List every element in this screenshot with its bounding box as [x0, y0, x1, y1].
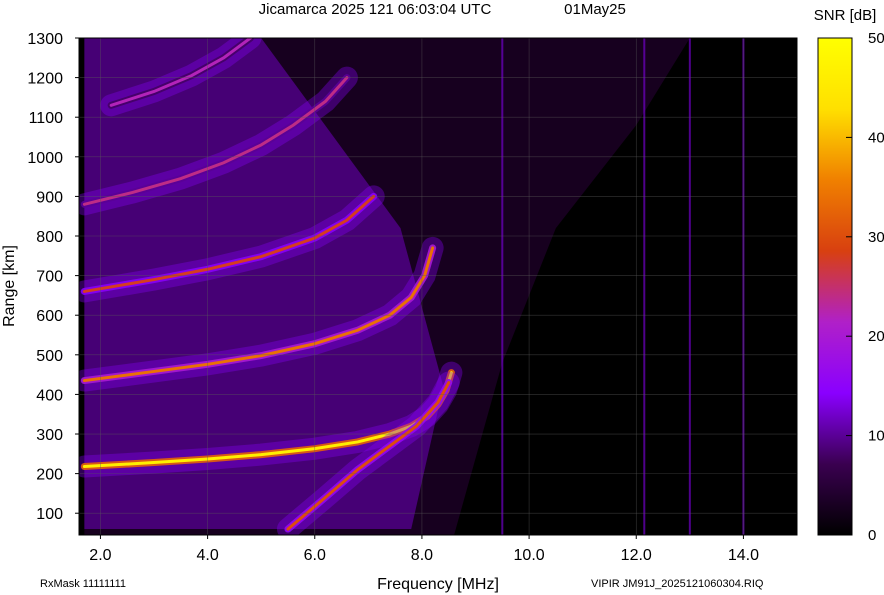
colorbar-tick-label: 50	[868, 30, 884, 47]
y-tick-label: 1200	[27, 71, 63, 88]
x-tick-labels: 2.0 4.0 6.0 8.0 10.0 12.0 14.0	[89, 547, 759, 564]
colorbar	[817, 37, 853, 536]
x-tick-label: 14.0	[728, 547, 759, 564]
date-label: 01May25	[564, 1, 626, 18]
y-tick-label: 500	[36, 348, 63, 365]
x-tick-label: 2.0	[89, 547, 111, 564]
y-tick-label: 1000	[27, 150, 63, 167]
y-tick-labels: 100 200 300 400 500 600 700 800 900 1000 1100 1200 1…	[27, 31, 63, 523]
colorbar-tick-label: 40	[868, 129, 884, 146]
y-tick-label: 600	[36, 308, 63, 325]
x-tick-label: 6.0	[304, 547, 326, 564]
y-tick-label: 1300	[27, 31, 63, 48]
y-axis-label: Range [km]	[1, 245, 18, 327]
colorbar-tick-label: 0	[868, 527, 876, 544]
x-tick-label: 4.0	[196, 547, 218, 564]
y-tick-label: 700	[36, 269, 63, 286]
y-tick-label: 400	[36, 387, 63, 404]
colorbar-tick-label: 20	[868, 328, 884, 345]
heatmap-layer	[79, 38, 745, 535]
x-axis-label: Frequency [MHz]	[377, 576, 499, 593]
x-tick-label: 8.0	[411, 547, 433, 564]
colorbar-label: SNR [dB]	[814, 7, 877, 24]
chart-title: Jicamarca 2025 121 06:03:04 UTC	[259, 1, 492, 18]
colorbar-tick-label: 30	[868, 229, 884, 246]
x-tick-label: 12.0	[621, 547, 652, 564]
y-tick-label: 100	[36, 506, 63, 523]
y-tick-label: 200	[36, 467, 63, 484]
y-tick-label: 300	[36, 427, 63, 444]
file-label: VIPIR JM91J_2025121060304.RIQ	[591, 578, 764, 590]
ionogram-chart: Jicamarca 2025 121 06:03:04 UTC 01May25 …	[1, 1, 884, 593]
y-tick-label: 800	[36, 229, 63, 246]
y-tick-label: 1100	[29, 110, 64, 127]
rx-mask-label: RxMask 11111111	[40, 578, 126, 590]
colorbar-tick-label: 10	[868, 428, 884, 445]
y-tick-label: 900	[36, 189, 63, 206]
x-tick-label: 10.0	[514, 547, 545, 564]
